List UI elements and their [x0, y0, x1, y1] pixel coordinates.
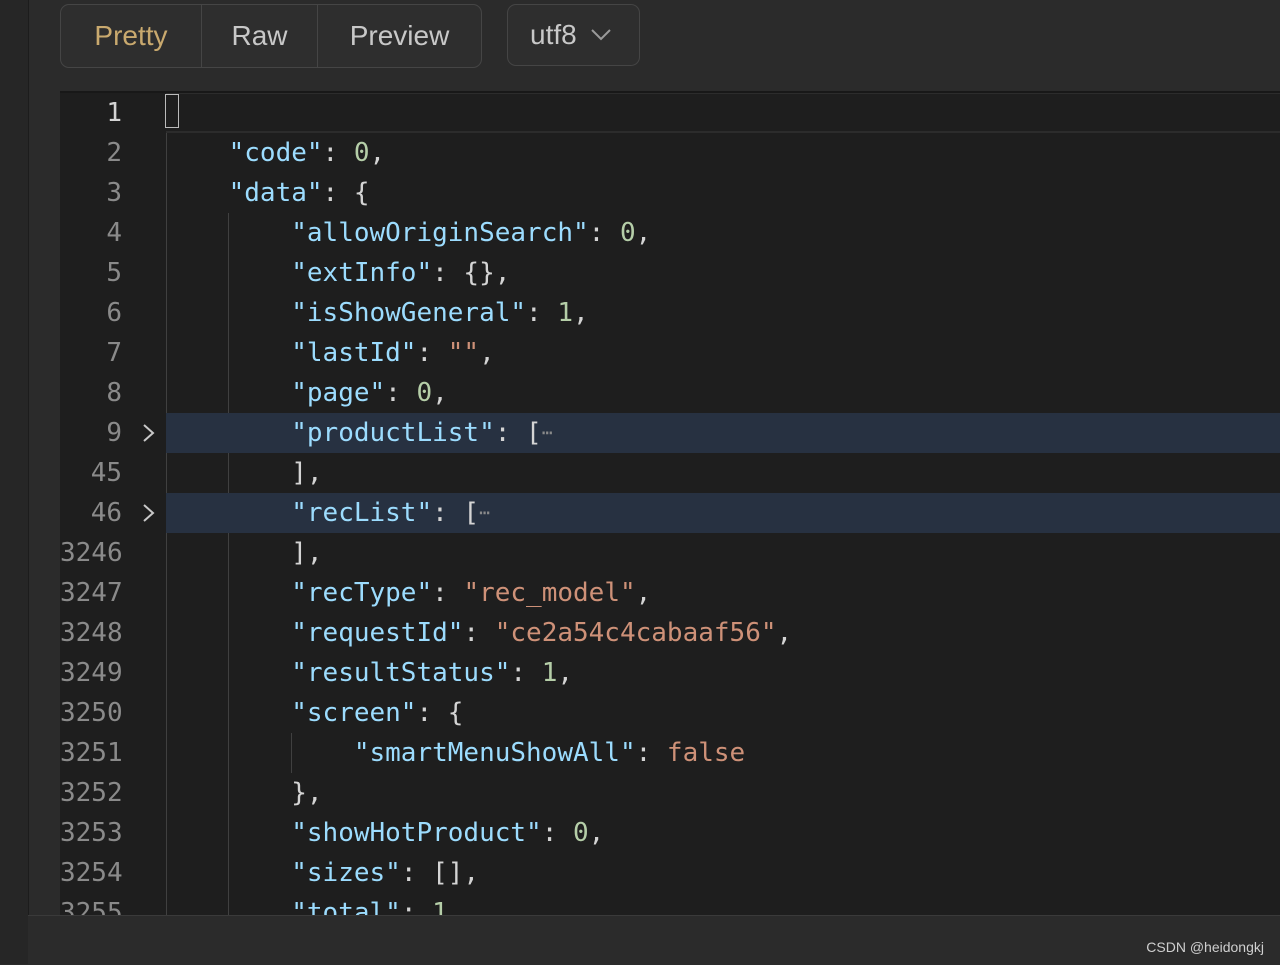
- code-text[interactable]: "smartMenuShowAll": false: [166, 733, 1280, 773]
- code-text[interactable]: "screen": {: [166, 693, 1280, 733]
- code-text[interactable]: "extInfo": {},: [166, 253, 1280, 293]
- code-text[interactable]: "isShowGeneral": 1,: [166, 293, 1280, 333]
- code-text[interactable]: "recType": "rec_model",: [166, 573, 1280, 613]
- line-number: 7: [106, 338, 122, 368]
- line-number: 6: [106, 298, 122, 328]
- code-text[interactable]: "total": 1,: [166, 893, 1280, 917]
- line-number: 3251: [60, 738, 123, 768]
- code-line: 5 "extInfo": {},: [60, 253, 1280, 293]
- code-text[interactable]: "sizes": [],: [166, 853, 1280, 893]
- encoding-dropdown[interactable]: utf8: [507, 4, 640, 66]
- code-line: 2 "code": 0,: [60, 133, 1280, 173]
- code-line: 3255 "total": 1,: [60, 893, 1280, 917]
- code-line: 3251 "smartMenuShowAll": false: [60, 733, 1280, 773]
- status-footer: CSDN @heidongkj: [28, 915, 1280, 965]
- code-line: 3 "data": {: [60, 173, 1280, 213]
- watermark: CSDN @heidongkj: [1146, 939, 1264, 955]
- left-panel-edge: [0, 0, 29, 964]
- tab-pretty[interactable]: Pretty: [61, 5, 202, 67]
- json-code-editor[interactable]: 1 2 "code": 0, 3 "data": { 4 "allowOrigi…: [60, 91, 1280, 917]
- chevron-right-icon[interactable]: [138, 423, 158, 443]
- view-mode-segmented-control: Pretty Raw Preview: [60, 4, 482, 68]
- code-line: 3246 ],: [60, 533, 1280, 573]
- code-text[interactable]: "allowOriginSearch": 0,: [166, 213, 1280, 253]
- line-number: 4: [106, 218, 122, 248]
- code-text[interactable]: "code": 0,: [166, 133, 1280, 173]
- line-number: 2: [106, 138, 122, 168]
- code-text[interactable]: "showHotProduct": 0,: [166, 813, 1280, 853]
- code-line-folded: 9 "productList": [⋯: [60, 413, 1280, 453]
- code-line-folded: 46 "recList": [⋯: [60, 493, 1280, 533]
- line-number: 3248: [60, 618, 123, 648]
- chevron-down-icon: [590, 29, 611, 41]
- line-number: 1: [106, 98, 122, 128]
- code-line: 45 ],: [60, 453, 1280, 493]
- code-text[interactable]: "productList": [⋯: [166, 413, 1280, 453]
- code-text[interactable]: "resultStatus": 1,: [166, 653, 1280, 693]
- code-text[interactable]: "recList": [⋯: [166, 493, 1280, 533]
- text-cursor: [165, 93, 179, 128]
- code-line: 1: [60, 93, 1280, 133]
- line-number: 3255: [60, 898, 123, 917]
- code-line: 3254 "sizes": [],: [60, 853, 1280, 893]
- line-number: 3246: [60, 538, 123, 568]
- code-text[interactable]: "lastId": "",: [166, 333, 1280, 373]
- code-line: 8 "page": 0,: [60, 373, 1280, 413]
- code-line: 3253 "showHotProduct": 0,: [60, 813, 1280, 853]
- line-number: 3: [106, 178, 122, 208]
- line-number: 3247: [60, 578, 123, 608]
- line-number: 3253: [60, 818, 123, 848]
- code-text[interactable]: "requestId": "ce2a54c4cabaaf56",: [166, 613, 1280, 653]
- code-text[interactable]: [165, 93, 1280, 133]
- tab-preview[interactable]: Preview: [318, 5, 481, 67]
- tab-raw[interactable]: Raw: [202, 5, 318, 67]
- code-line: 3250 "screen": {: [60, 693, 1280, 733]
- line-number: 5: [106, 258, 122, 288]
- code-line: 6 "isShowGeneral": 1,: [60, 293, 1280, 333]
- code-text[interactable]: ],: [166, 533, 1280, 573]
- code-line: 3249 "resultStatus": 1,: [60, 653, 1280, 693]
- code-line: 4 "allowOriginSearch": 0,: [60, 213, 1280, 253]
- line-number: 3254: [60, 858, 123, 888]
- line-number: 45: [90, 458, 122, 488]
- code-line: 3247 "recType": "rec_model",: [60, 573, 1280, 613]
- code-line: 7 "lastId": "",: [60, 333, 1280, 373]
- chevron-right-icon[interactable]: [138, 503, 158, 523]
- code-text[interactable]: },: [166, 773, 1280, 813]
- line-number: 9: [106, 418, 122, 448]
- code-text[interactable]: ],: [166, 453, 1280, 493]
- line-number: 46: [90, 498, 122, 528]
- code-text[interactable]: "page": 0,: [166, 373, 1280, 413]
- code-text[interactable]: "data": {: [166, 173, 1280, 213]
- encoding-value: utf8: [530, 19, 577, 50]
- line-number: 3250: [60, 698, 123, 728]
- line-number: 8: [106, 378, 122, 408]
- code-line: 3248 "requestId": "ce2a54c4cabaaf56",: [60, 613, 1280, 653]
- line-number: 3252: [60, 778, 123, 808]
- code-line: 3252 },: [60, 773, 1280, 813]
- line-number: 3249: [60, 658, 123, 688]
